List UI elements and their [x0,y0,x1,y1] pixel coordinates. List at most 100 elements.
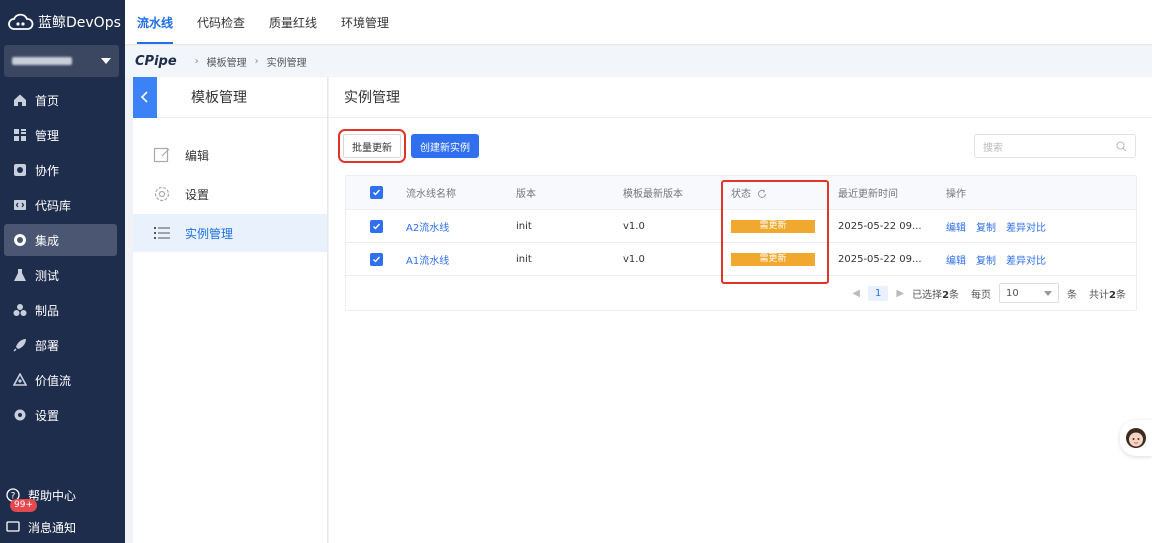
app-title: 蓝鲸DevOps [38,15,121,31]
template-subpanel: 模板管理 编辑 设置 实例管理 [133,76,328,543]
nav-list: 首页 管理 协作 代码库 集成 测试 制品 部署 价值流 设置 [0,84,125,431]
nav-item-deploy[interactable]: 部署 [4,329,117,361]
page-number[interactable]: 1 [867,285,889,301]
col-header-template-version: 模板最新版本 [623,189,683,200]
table-row: A2流水线 init v1.0 需更新 2025-05-22 09... 编辑 … [346,210,1136,243]
tab-environment[interactable]: 环境管理 [329,0,401,44]
nav-item-home[interactable]: 首页 [4,84,117,116]
col-header-status-label: 状态 [731,189,751,200]
nav-item-integration[interactable]: 集成 [4,224,117,256]
breadcrumb-template-manage[interactable]: 模板管理 [207,54,247,69]
table-row: A1流水线 init v1.0 需更新 2025-05-22 09... 编辑 … [346,243,1136,276]
edit-icon [153,146,171,164]
code-icon [13,198,27,212]
page-size-select[interactable]: 10 [999,283,1060,303]
toolbar: 批量更新 创建新实例 [338,129,479,163]
subpanel-item-label: 实例管理 [185,226,234,241]
artifact-icon [13,303,27,317]
tab-pipeline[interactable]: 流水线 [125,0,185,44]
per-page-label: 每页 [971,289,992,301]
list-icon [153,224,171,242]
chevron-right-icon: › [254,55,259,67]
subpanel-item-label: 设置 [185,187,210,202]
check-icon [372,189,380,196]
search-icon [1116,140,1127,151]
rocket-icon [13,338,27,352]
col-header-ops: 操作 [946,189,966,200]
edit-link[interactable]: 编辑 [946,219,966,234]
assistant-avatar[interactable] [1120,420,1152,456]
collab-icon [13,163,27,177]
nav-item-settings[interactable]: 设置 [4,399,117,431]
selected-count: 已选择2条 [912,286,959,301]
next-page-icon[interactable]: ▶ [896,288,904,299]
nav-label: 管理 [35,128,60,143]
refresh-icon[interactable] [757,189,767,199]
subpanel-header: 模板管理 [133,76,327,118]
integration-icon [13,233,27,247]
chevron-down-icon [1044,290,1053,296]
instance-table: 流水线名称 版本 模板最新版本 状态 最近更新时间 操作 A2流水线 init … [345,175,1137,311]
tab-code-check[interactable]: 代码检查 [185,0,257,44]
status-badge: 需更新 [731,252,815,266]
row-checkbox[interactable] [369,219,383,233]
subpanel-item-settings[interactable]: 设置 [133,175,327,213]
notifications-item[interactable]: 99+ 消息通知 [0,499,117,543]
row-checkbox[interactable] [369,252,383,266]
subpanel-item-edit[interactable]: 编辑 [133,136,327,174]
message-icon [6,520,20,534]
gear-icon [13,408,27,422]
prev-page-icon[interactable]: ◀ [852,288,860,299]
breadcrumb: CPipe › 模板管理 › 实例管理 [125,46,1152,76]
pipeline-name-link[interactable]: A2流水线 [406,223,449,234]
copy-link[interactable]: 复制 [976,219,996,234]
subpanel-menu: 编辑 设置 实例管理 [133,136,327,252]
nav-label: 集成 [35,233,60,248]
cpipe-brand[interactable]: CPipe [135,54,177,69]
diff-link[interactable]: 差异对比 [1006,219,1046,234]
nav-item-manage[interactable]: 管理 [4,119,117,151]
col-header-version: 版本 [516,189,536,200]
col-header-name: 流水线名称 [406,189,456,200]
pipeline-name-link[interactable]: A1流水线 [406,256,449,267]
project-select[interactable] [4,45,119,77]
create-instance-button[interactable]: 创建新实例 [411,134,479,158]
flask-icon [13,268,27,282]
copy-link[interactable]: 复制 [976,252,996,267]
diff-link[interactable]: 差异对比 [1006,252,1046,267]
nav-label: 部署 [35,338,60,353]
back-button[interactable] [133,76,157,118]
unit-label: 条 [1116,289,1126,301]
selected-prefix: 已选择 [912,289,943,301]
subpanel-item-instances[interactable]: 实例管理 [133,214,327,252]
batch-update-button[interactable]: 批量更新 [338,129,406,163]
grid-icon [13,128,27,142]
select-all-checkbox[interactable] [369,186,383,199]
tab-quality-gate[interactable]: 质量红线 [257,0,329,44]
check-icon [372,256,380,263]
table-header: 流水线名称 版本 模板最新版本 状态 最近更新时间 操作 [346,176,1136,210]
search-input[interactable]: 搜索 [974,134,1136,158]
page-size-value: 10 [1006,287,1019,299]
notification-badge: 99+ [10,499,37,512]
nav-item-value-stream[interactable]: 价值流 [4,364,117,396]
nav-item-test[interactable]: 测试 [4,259,117,291]
nav-item-code[interactable]: 代码库 [4,189,117,221]
col-header-status: 状态 [731,185,838,200]
template-version-cell: v1.0 [623,253,645,265]
nav-label: 首页 [35,93,60,108]
main-content: 实例管理 批量更新 创建新实例 搜索 流水线名称 版本 模板最新版本 状态 最近… [329,77,1152,543]
nav-item-artifact[interactable]: 制品 [4,294,117,326]
nav-label: 设置 [35,408,60,423]
total-count: 共计2条 [1089,286,1126,301]
nav-item-collab[interactable]: 协作 [4,154,117,186]
edit-link[interactable]: 编辑 [946,252,966,267]
search-placeholder: 搜索 [983,142,1003,154]
left-nav: 蓝鲸DevOps 首页 管理 协作 代码库 集成 测试 制品 部署 价值流 设置… [0,0,125,543]
app-logo[interactable]: 蓝鲸DevOps [0,0,125,44]
template-version-cell: v1.0 [623,220,645,232]
status-badge: 需更新 [731,219,815,233]
nav-label: 代码库 [35,198,72,213]
version-cell: init [516,220,532,232]
chevron-down-icon [101,58,111,64]
